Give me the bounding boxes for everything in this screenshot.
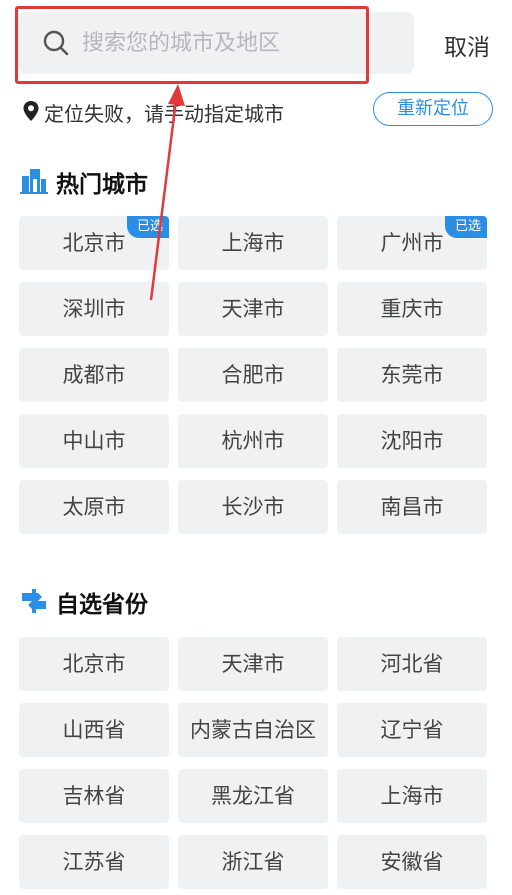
province-chip-label: 北京市 [62, 652, 126, 676]
city-chip[interactable]: 长沙市 [178, 480, 328, 534]
city-chip-label: 长沙市 [221, 495, 285, 519]
city-chip-label: 重庆市 [380, 297, 444, 321]
city-chip-label: 深圳市 [62, 297, 126, 321]
selected-badge: 已选 [126, 216, 169, 238]
selected-badge: 已选 [444, 216, 487, 238]
province-chip-label: 内蒙古自治区 [190, 718, 316, 742]
city-chip[interactable]: 中山市 [19, 414, 169, 468]
city-chip-label: 广州市 [380, 231, 444, 255]
city-buildings-icon [20, 169, 48, 194]
province-chip-label: 黑龙江省 [211, 784, 295, 808]
provinces-title: 自选省份 [56, 592, 148, 618]
city-chip[interactable]: 杭州市 [178, 414, 328, 468]
province-chip[interactable]: 内蒙古自治区 [178, 703, 328, 757]
province-chip-label: 辽宁省 [380, 718, 444, 742]
city-chip[interactable]: 深圳市 [19, 282, 169, 336]
cancel-button[interactable]: 取消 [444, 28, 490, 62]
province-chip-label: 山西省 [62, 718, 126, 742]
search-bar: 取消 [0, 0, 512, 90]
location-status-text: 定位失败，请手动指定城市 [44, 102, 284, 126]
province-chip[interactable]: 上海市 [337, 769, 487, 823]
city-chip[interactable]: 东莞市 [337, 348, 487, 402]
location-pin-icon [23, 101, 39, 121]
province-chip[interactable]: 河北省 [337, 637, 487, 691]
city-chip-label: 东莞市 [380, 363, 444, 387]
city-chip-label: 北京市 [62, 231, 126, 255]
province-chip-label: 河北省 [380, 652, 444, 676]
province-chip[interactable]: 黑龙江省 [178, 769, 328, 823]
city-chip-label: 杭州市 [221, 429, 285, 453]
province-chip-label: 上海市 [380, 784, 444, 808]
province-chip[interactable]: 安徽省 [337, 835, 487, 889]
city-chip-label: 上海市 [221, 231, 285, 255]
province-chip[interactable]: 浙江省 [178, 835, 328, 889]
city-chip[interactable]: 太原市 [19, 480, 169, 534]
province-chip-label: 吉林省 [62, 784, 126, 808]
city-chip[interactable]: 南昌市 [337, 480, 487, 534]
province-chip[interactable]: 天津市 [178, 637, 328, 691]
relocate-button[interactable]: 重新定位 [373, 92, 493, 126]
province-chip-label: 天津市 [221, 652, 285, 676]
search-input[interactable] [82, 22, 402, 64]
city-chip[interactable]: 广州市 已选 [337, 216, 487, 270]
province-chip[interactable]: 吉林省 [19, 769, 169, 823]
location-row: 定位失败，请手动指定城市 重新定位 [0, 92, 512, 132]
province-chip[interactable]: 山西省 [19, 703, 169, 757]
city-chip[interactable]: 合肥市 [178, 348, 328, 402]
city-chip-label: 合肥市 [221, 363, 285, 387]
city-chip-label: 中山市 [62, 429, 126, 453]
city-chip-label: 太原市 [62, 495, 126, 519]
city-chip[interactable]: 重庆市 [337, 282, 487, 336]
search-icon [43, 30, 69, 56]
city-chip[interactable]: 成都市 [19, 348, 169, 402]
province-chip[interactable]: 江苏省 [19, 835, 169, 889]
city-chip[interactable]: 上海市 [178, 216, 328, 270]
search-box[interactable] [18, 12, 414, 74]
city-chip-label: 沈阳市 [380, 429, 444, 453]
city-chip-label: 成都市 [62, 363, 126, 387]
province-chip[interactable]: 辽宁省 [337, 703, 487, 757]
province-chip-label: 安徽省 [380, 850, 444, 874]
city-chip[interactable]: 沈阳市 [337, 414, 487, 468]
signpost-icon [22, 589, 46, 613]
hot-cities-title: 热门城市 [56, 172, 148, 198]
city-chip-label: 天津市 [221, 297, 285, 321]
province-chip-label: 江苏省 [62, 850, 126, 874]
city-chip[interactable]: 天津市 [178, 282, 328, 336]
city-chip[interactable]: 北京市 已选 [19, 216, 169, 270]
province-chip-label: 浙江省 [221, 850, 285, 874]
city-chip-label: 南昌市 [380, 495, 444, 519]
province-chip[interactable]: 北京市 [19, 637, 169, 691]
